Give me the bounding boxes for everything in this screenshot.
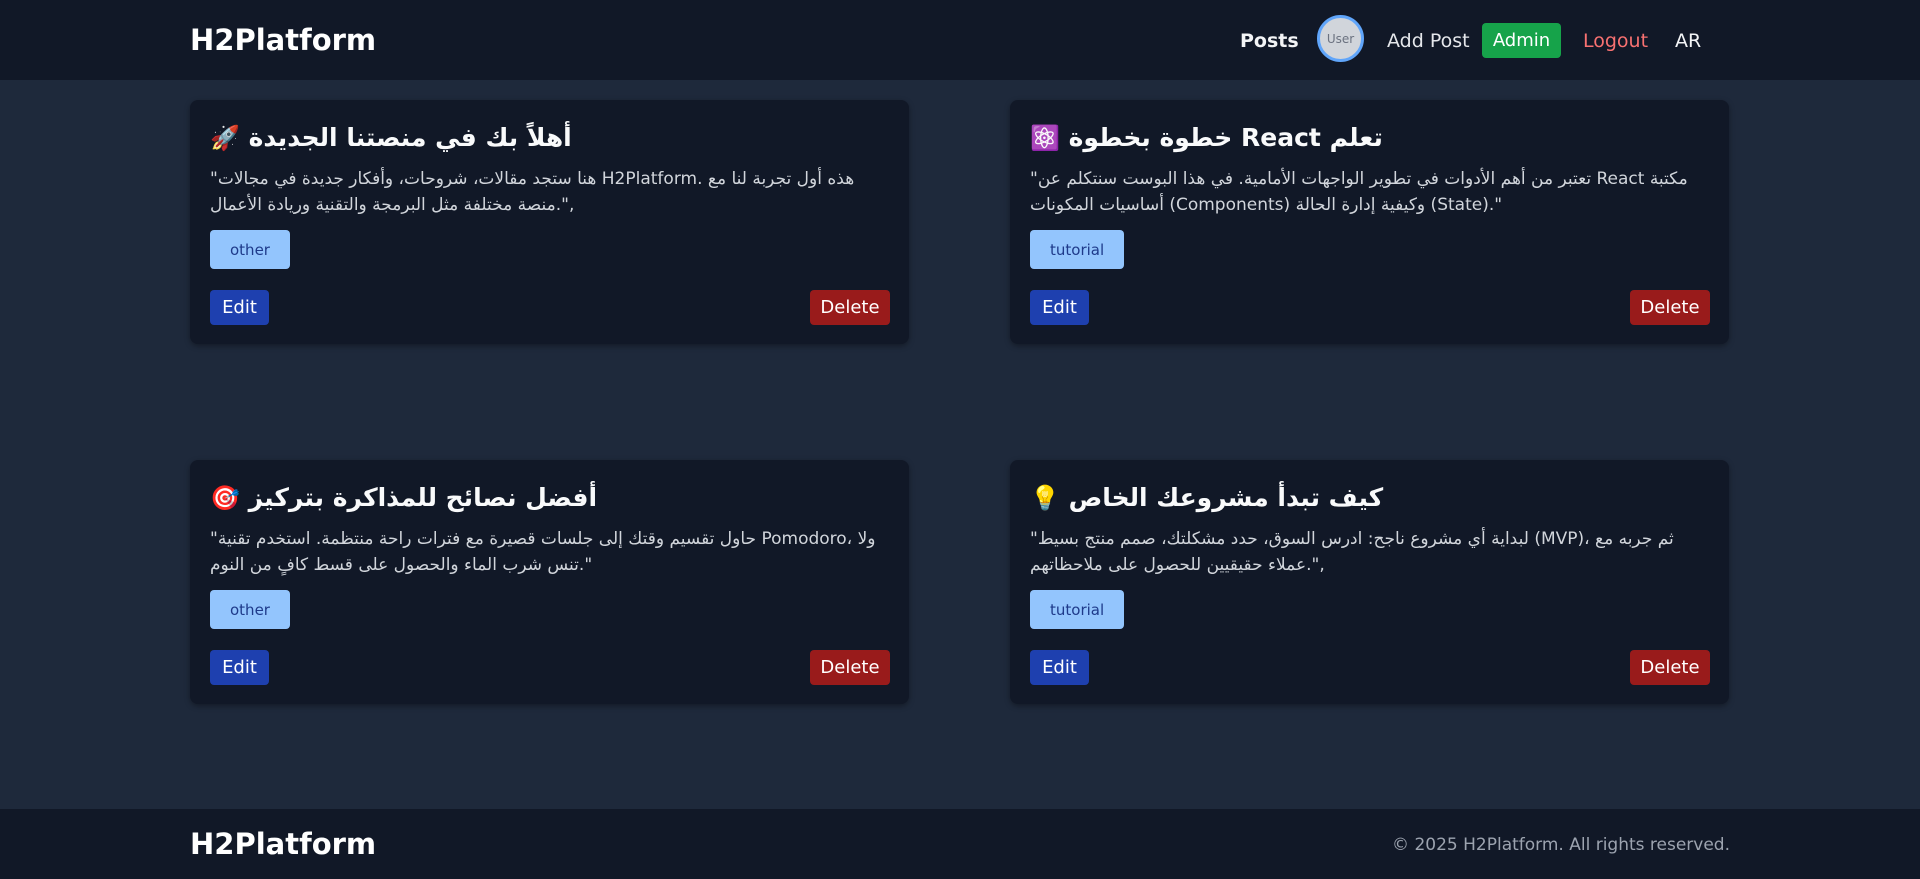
brand-logo[interactable]: H2Platform bbox=[190, 22, 376, 58]
post-title-text: كيف تبدأ مشروعك الخاص bbox=[1068, 483, 1384, 512]
post-title: 🎯 أفضل نصائح للمذاكرة بتركيز bbox=[210, 482, 889, 514]
post-excerpt: "لبداية أي مشروع ناجح: ادرس السوق، حدد م… bbox=[1030, 529, 1674, 575]
avatar-label: User bbox=[1326, 31, 1355, 46]
post-card: 🚀 أهلاً بك في منصتنا الجديدة "هنا ستجد م… bbox=[190, 100, 909, 344]
edit-button[interactable]: Edit bbox=[210, 650, 269, 685]
post-title: ⚛️ خطوة بخطوة React تعلم bbox=[1030, 122, 1709, 154]
nav-posts-link[interactable]: Posts bbox=[1240, 26, 1299, 56]
post-title-text: أهلاً بك في منصتنا الجديدة bbox=[248, 123, 572, 152]
top-navbar: H2Platform Posts User Add Post Admin Log… bbox=[0, 0, 1920, 80]
category-tag[interactable]: other bbox=[210, 590, 290, 629]
edit-button[interactable]: Edit bbox=[210, 290, 269, 325]
language-toggle[interactable]: AR bbox=[1675, 26, 1701, 56]
edit-button[interactable]: Edit bbox=[1030, 650, 1089, 685]
atom-icon: ⚛️ bbox=[1030, 124, 1060, 152]
category-tag[interactable]: other bbox=[210, 230, 290, 269]
delete-button[interactable]: Delete bbox=[810, 290, 890, 325]
post-card: 🎯 أفضل نصائح للمذاكرة بتركيز "حاول تقسيم… bbox=[190, 460, 909, 704]
post-title: 💡 كيف تبدأ مشروعك الخاص bbox=[1030, 482, 1709, 514]
post-title: 🚀 أهلاً بك في منصتنا الجديدة bbox=[210, 122, 889, 154]
delete-button[interactable]: Delete bbox=[1630, 650, 1710, 685]
post-card: 💡 كيف تبدأ مشروعك الخاص "لبداية أي مشروع… bbox=[1010, 460, 1729, 704]
delete-button[interactable]: Delete bbox=[1630, 290, 1710, 325]
post-excerpt: "حاول تقسيم وقتك إلى جلسات قصيرة مع فترا… bbox=[210, 529, 876, 575]
nav-add-post-link[interactable]: Add Post bbox=[1387, 26, 1470, 56]
post-excerpt: "تعتبر من أهم الأدوات في تطوير الواجهات … bbox=[1030, 169, 1688, 215]
delete-button[interactable]: Delete bbox=[810, 650, 890, 685]
post-title-text: أفضل نصائح للمذاكرة بتركيز bbox=[248, 483, 598, 512]
rocket-icon: 🚀 bbox=[210, 124, 240, 152]
lightbulb-icon: 💡 bbox=[1030, 484, 1060, 512]
post-card: ⚛️ خطوة بخطوة React تعلم "تعتبر من أهم ا… bbox=[1010, 100, 1729, 344]
post-title-text: خطوة بخطوة React تعلم bbox=[1068, 123, 1383, 152]
page-footer: H2Platform © 2025 H2Platform. All rights… bbox=[0, 809, 1920, 879]
post-excerpt: "هنا ستجد مقالات، شروحات، وأفكار جديدة ف… bbox=[210, 169, 855, 215]
footer-brand: H2Platform bbox=[190, 827, 377, 861]
nav-logout-link[interactable]: Logout bbox=[1583, 26, 1648, 56]
nav-admin-button[interactable]: Admin bbox=[1482, 23, 1561, 58]
category-tag[interactable]: tutorial bbox=[1030, 590, 1125, 629]
edit-button[interactable]: Edit bbox=[1030, 290, 1089, 325]
category-tag[interactable]: tutorial bbox=[1030, 230, 1125, 269]
target-icon: 🎯 bbox=[210, 484, 240, 512]
copyright-text: © 2025 H2Platform. All rights reserved. bbox=[1392, 835, 1730, 855]
user-avatar[interactable]: User bbox=[1317, 15, 1364, 62]
